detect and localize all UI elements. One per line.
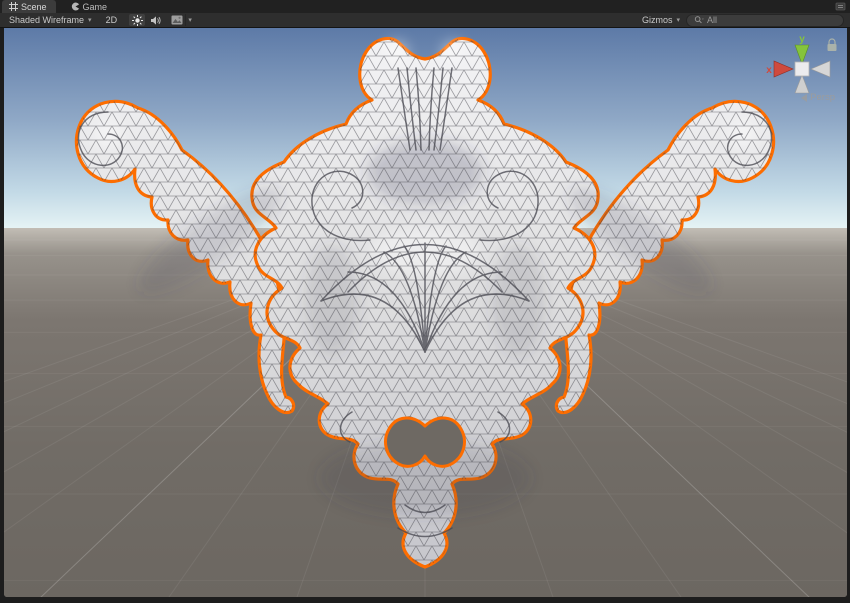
projection-toggle[interactable]: Persp xyxy=(801,92,835,103)
tab-scene-label: Scene xyxy=(21,2,47,12)
scene-search-field[interactable] xyxy=(686,14,844,27)
toggle-2d-button[interactable]: 2D xyxy=(102,14,122,26)
padlock-icon[interactable] xyxy=(828,39,837,51)
left-arrow-icon xyxy=(801,94,807,102)
tab-game[interactable]: Game xyxy=(64,0,117,13)
image-icon xyxy=(171,15,183,25)
search-input[interactable] xyxy=(707,15,836,25)
draw-mode-dropdown[interactable]: Shaded Wireframe ▾ xyxy=(5,14,96,26)
tab-options-icon[interactable] xyxy=(835,2,846,11)
scene-lighting-toggle[interactable] xyxy=(129,14,145,26)
chevron-down-icon: ▾ xyxy=(676,17,680,24)
axis-x-label: x xyxy=(766,65,772,76)
scene-effects-toggle[interactable] xyxy=(169,14,185,26)
sun-icon xyxy=(132,15,143,26)
gizmo-y-axis-cone[interactable] xyxy=(795,45,809,64)
tab-scene[interactable]: Scene xyxy=(2,0,56,13)
unity-editor-window: { "tabs": [ {"label": "Scene", "active":… xyxy=(0,0,850,603)
effects-dropdown[interactable]: ▾ xyxy=(185,14,194,26)
chevron-down-icon: ▾ xyxy=(188,17,192,24)
gizmo-right-cone[interactable] xyxy=(811,61,830,77)
chevron-down-icon: ▾ xyxy=(88,17,92,24)
scene-toolbar: Shaded Wireframe ▾ 2D ▾ xyxy=(0,13,850,28)
tab-game-label: Game xyxy=(83,2,108,12)
gizmo-x-axis-cone[interactable] xyxy=(774,61,793,77)
projection-label: Persp xyxy=(810,92,835,103)
view-tab-bar: Scene Game xyxy=(0,0,850,13)
gizmo-center-cube[interactable] xyxy=(795,62,809,76)
toggle-2d-label: 2D xyxy=(106,15,118,25)
gizmo-bottom-cone[interactable] xyxy=(795,75,809,93)
game-icon xyxy=(71,2,80,11)
scene-render xyxy=(4,28,847,597)
scene-viewport[interactable]: y x Persp xyxy=(4,28,847,597)
draw-mode-label: Shaded Wireframe xyxy=(9,15,84,25)
speaker-icon xyxy=(150,15,161,26)
gizmos-label: Gizmos xyxy=(642,15,673,25)
scene-grid-icon xyxy=(9,2,18,11)
axis-y-label: y xyxy=(799,34,805,45)
search-icon xyxy=(694,15,704,25)
scene-audio-toggle[interactable] xyxy=(147,14,163,26)
gizmos-dropdown[interactable]: Gizmos ▾ xyxy=(638,14,684,26)
